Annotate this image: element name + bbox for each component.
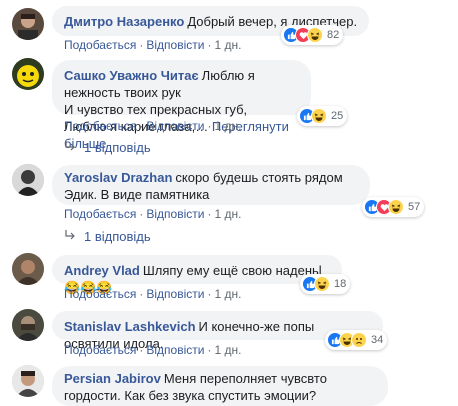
- author-name[interactable]: Дмитро Назаренко: [64, 14, 184, 29]
- haha-icon: [307, 27, 323, 43]
- reply-arrow-icon: [64, 140, 76, 155]
- reactions-summary[interactable]: 34: [325, 330, 388, 350]
- timestamp[interactable]: 1 дн.: [214, 287, 241, 301]
- reactions-count: 25: [331, 110, 344, 122]
- reply-link[interactable]: Відповісти: [146, 287, 204, 301]
- separator: ·: [207, 207, 212, 221]
- comment-actions: Подобається · Відповісти · 1 дн.: [64, 207, 241, 221]
- like-link[interactable]: Подобається: [64, 119, 136, 133]
- reactions-count: 57: [408, 201, 421, 213]
- comment-actions: Подобається · Відповісти · 1 дн.: [64, 343, 241, 357]
- reactions-count: 82: [327, 29, 340, 41]
- view-replies-link[interactable]: 1 відповідь: [64, 140, 151, 155]
- separator: ·: [139, 38, 144, 52]
- reactions-summary[interactable]: 82: [281, 25, 344, 45]
- author-name[interactable]: Сашко Уважно Читає: [64, 68, 199, 83]
- avatar[interactable]: [12, 365, 44, 397]
- timestamp[interactable]: 1 дн.: [214, 119, 241, 133]
- separator: ·: [207, 119, 212, 133]
- author-name[interactable]: Andrey Vlad: [64, 263, 140, 278]
- reply-arrow-icon: [64, 229, 76, 244]
- separator: ·: [139, 207, 144, 221]
- timestamp[interactable]: 1 дн.: [214, 38, 241, 52]
- avatar[interactable]: [12, 58, 44, 90]
- comment-line: И чувство тех прекрасных губ,: [64, 102, 248, 117]
- like-link[interactable]: Подобається: [64, 287, 136, 301]
- reactions-count: 34: [371, 334, 384, 346]
- haha-icon: [388, 199, 404, 215]
- avatar[interactable]: [12, 309, 44, 341]
- reactions-count: 18: [334, 278, 347, 290]
- comment-actions: Подобається · Відповісти · 1 дн.: [64, 119, 241, 133]
- avatar[interactable]: [12, 253, 44, 285]
- reply-link[interactable]: Відповісти: [146, 207, 204, 221]
- sad-icon: [351, 332, 367, 348]
- haha-icon: [314, 276, 330, 292]
- comment-bubble: Persian Jabirov Меня переполняет чувсвто …: [52, 366, 388, 406]
- comment-text: Шляпу ему ещё свою наденьl: [142, 263, 322, 278]
- separator: ·: [207, 38, 212, 52]
- like-link[interactable]: Подобається: [64, 343, 136, 357]
- comment-bubble: Yaroslav Drazhan скоро будешь стоять рядо…: [52, 165, 370, 205]
- avatar[interactable]: [12, 8, 44, 40]
- comment-actions: Подобається · Відповісти · 1 дн.: [64, 287, 241, 301]
- reactions-summary[interactable]: 18: [300, 274, 351, 294]
- author-name[interactable]: Yaroslav Drazhan: [64, 170, 172, 185]
- reactions-summary[interactable]: 57: [362, 197, 425, 217]
- separator: ·: [207, 343, 212, 357]
- separator: ·: [207, 287, 212, 301]
- reply-link[interactable]: Відповісти: [146, 343, 204, 357]
- separator: ·: [139, 287, 144, 301]
- like-link[interactable]: Подобається: [64, 207, 136, 221]
- comment-actions: Подобається · Відповісти · 1 дн.: [64, 38, 241, 52]
- comment-bubble: Andrey Vlad Шляпу ему ещё свою наденьl 😂😂…: [52, 255, 342, 295]
- separator: ·: [139, 343, 144, 357]
- reply-link[interactable]: Відповісти: [146, 38, 204, 52]
- haha-icon: [311, 108, 327, 124]
- author-name[interactable]: Stanislav Lashkevich: [64, 319, 196, 334]
- timestamp[interactable]: 1 дн.: [214, 207, 241, 221]
- author-name[interactable]: Persian Jabirov: [64, 371, 161, 386]
- replies-label: 1 відповідь: [84, 140, 151, 155]
- avatar[interactable]: [12, 164, 44, 196]
- view-replies-link[interactable]: 1 відповідь: [64, 229, 151, 244]
- reactions-summary[interactable]: 25: [297, 106, 348, 126]
- separator: ·: [139, 119, 144, 133]
- reply-link[interactable]: Відповісти: [146, 119, 204, 133]
- comment-bubble: Сашко Уважно Читає Люблю я нежность твоих…: [52, 60, 311, 151]
- timestamp[interactable]: 1 дн.: [214, 343, 241, 357]
- like-link[interactable]: Подобається: [64, 38, 136, 52]
- replies-label: 1 відповідь: [84, 229, 151, 244]
